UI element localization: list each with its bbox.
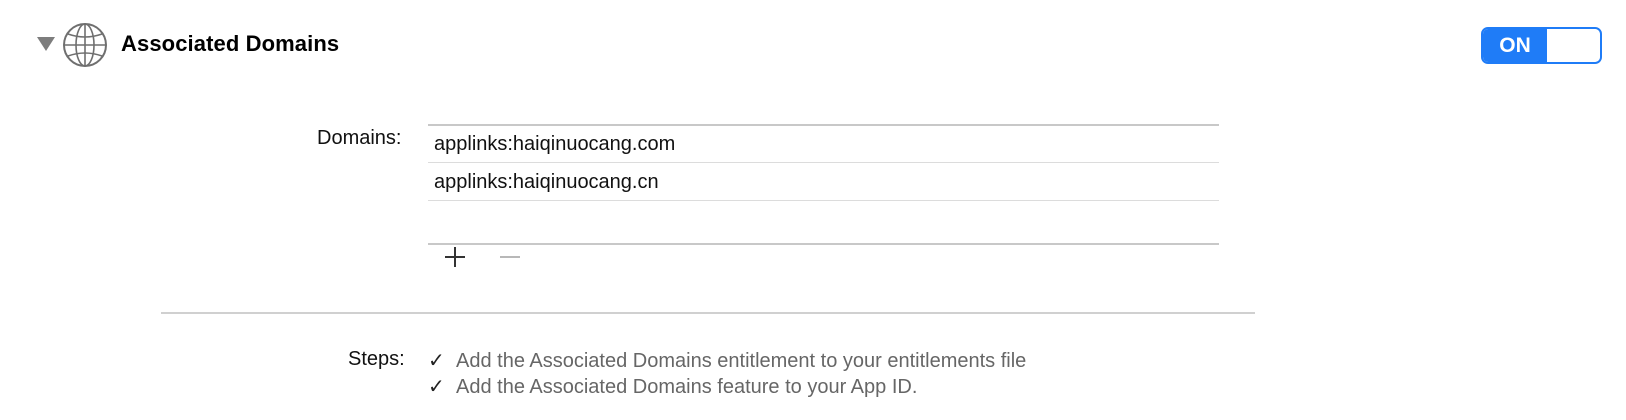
- checkmark-icon: ✓: [428, 350, 445, 372]
- capability-header: Associated Domains ON: [0, 0, 1626, 90]
- capability-title: Associated Domains: [121, 31, 340, 56]
- remove-domain-button[interactable]: [498, 245, 522, 269]
- step-item: ✓ Add the Associated Domains feature to y…: [428, 374, 917, 399]
- domain-row[interactable]: applinks:haiqinuocang.com: [428, 126, 1219, 163]
- toggle-knob: [1547, 29, 1600, 62]
- domain-row[interactable]: applinks:haiqinuocang.cn: [428, 164, 1219, 201]
- domains-table: applinks:haiqinuocang.com applinks:haiqi…: [428, 124, 1219, 245]
- steps-label: Steps:: [348, 348, 405, 370]
- add-domain-button[interactable]: [443, 245, 467, 269]
- toggle-on-label: ON: [1483, 29, 1547, 62]
- section-divider: [161, 312, 1255, 314]
- globe-icon: [63, 23, 107, 67]
- capability-toggle[interactable]: ON: [1481, 27, 1602, 64]
- step-text: Add the Associated Domains feature to yo…: [456, 376, 918, 398]
- disclosure-triangle-icon[interactable]: [37, 37, 55, 51]
- checkmark-icon: ✓: [428, 376, 445, 398]
- step-text: Add the Associated Domains entitlement t…: [456, 350, 1027, 372]
- step-item: ✓ Add the Associated Domains entitlement …: [428, 348, 1026, 373]
- domains-label: Domains:: [317, 127, 402, 149]
